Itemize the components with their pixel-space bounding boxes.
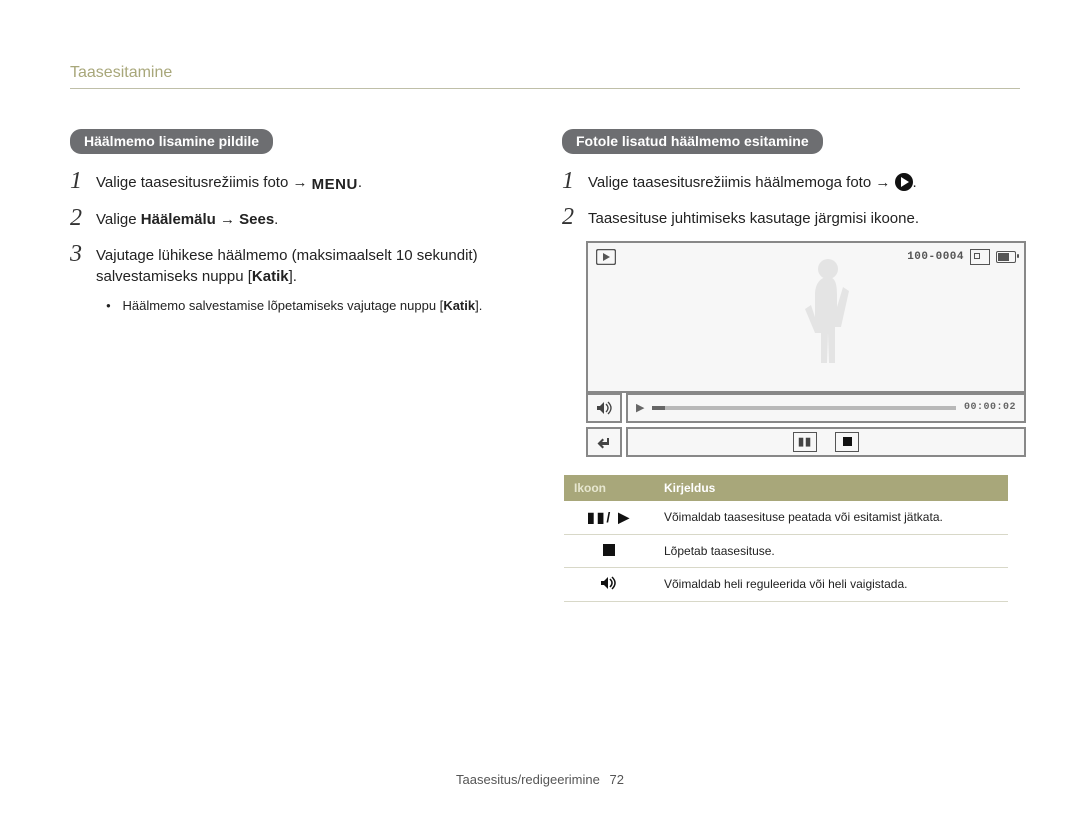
- row-desc: Võimaldab heli reguleerida või heli vaig…: [654, 567, 1008, 601]
- progress-bar-container: ▶ 00:00:02: [626, 393, 1026, 423]
- play-circle-icon: [895, 173, 913, 191]
- playback-mode-icon: [596, 249, 616, 270]
- step-text: Taasesituse juhtimiseks kasutage järgmis…: [588, 204, 919, 229]
- stop-icon: [564, 534, 654, 567]
- step-text: Vajutage lühikese häälmemo (maksimaalsel…: [96, 241, 528, 287]
- mini-play-icon: ▶: [636, 401, 644, 414]
- lcd-main-area: 100-0004: [586, 241, 1026, 393]
- step-1-right: 1 Valige taasesitusrežiimis häälmemoga f…: [562, 168, 1020, 194]
- step-number: 2: [70, 205, 96, 231]
- step-2-right: 2 Taasesituse juhtimiseks kasutage järgm…: [562, 204, 1020, 230]
- row-desc: Võimaldab taasesituse peatada või esitam…: [654, 501, 1008, 535]
- menu-icon: MENU: [312, 174, 358, 195]
- page-title: Taasesitamine: [70, 64, 1020, 89]
- step-2-left: 2 Valige Häälemälu → Sees.: [70, 205, 528, 231]
- table-header-desc: Kirjeldus: [654, 475, 1008, 501]
- lcd-button-row: ▮▮: [586, 427, 1026, 457]
- step-number: 2: [562, 204, 588, 230]
- pause-button[interactable]: ▮▮: [793, 432, 817, 452]
- file-counter: 100-0004: [907, 251, 964, 263]
- step-text: Valige Häälemälu → Sees.: [96, 205, 278, 230]
- memory-card-icon: [970, 249, 990, 265]
- elapsed-time: 00:00:02: [964, 402, 1016, 413]
- lcd-top-right-status: 100-0004: [907, 249, 1016, 265]
- back-button[interactable]: [586, 427, 622, 457]
- page-footer: Taasesitus/redigeerimine 72: [0, 772, 1080, 787]
- photo-silhouette: [793, 255, 863, 365]
- volume-icon: [564, 567, 654, 601]
- step-3-left: 3 Vajutage lühikese häälmemo (maksimaals…: [70, 241, 528, 287]
- section-heading-left: Häälmemo lisamine pildile: [70, 129, 273, 154]
- transport-controls: ▮▮: [626, 427, 1026, 457]
- footer-page-number: 72: [609, 772, 623, 787]
- step-number: 1: [70, 168, 96, 194]
- battery-icon: [996, 251, 1016, 263]
- camera-lcd-mockup: 100-0004: [586, 241, 1026, 457]
- two-column-layout: Häälmemo lisamine pildile 1 Valige taase…: [70, 129, 1020, 602]
- manual-page: Taasesitamine Häälmemo lisamine pildile …: [0, 0, 1080, 815]
- step-1-left: 1 Valige taasesitusrežiimis foto → MENU.: [70, 168, 528, 195]
- volume-button[interactable]: [586, 393, 622, 423]
- section-heading-right: Fotole lisatud häälmemo esitamine: [562, 129, 823, 154]
- icon-description-table: Ikoon Kirjeldus ▮▮/ ▶ Võimaldab taasesit…: [564, 475, 1008, 602]
- left-column: Häälmemo lisamine pildile 1 Valige taase…: [70, 129, 528, 602]
- row-desc: Lõpetab taasesituse.: [654, 534, 1008, 567]
- footer-section: Taasesitus/redigeerimine: [456, 772, 600, 787]
- step-number: 1: [562, 168, 588, 194]
- progress-bar[interactable]: [652, 406, 956, 410]
- table-header-icon: Ikoon: [564, 475, 654, 501]
- back-arrow-icon: [596, 435, 612, 449]
- right-column: Fotole lisatud häälmemo esitamine 1 Vali…: [562, 129, 1020, 602]
- table-row: Lõpetab taasesituse.: [564, 534, 1008, 567]
- table-row: ▮▮/ ▶ Võimaldab taasesituse peatada või …: [564, 501, 1008, 535]
- table-row: Võimaldab heli reguleerida või heli vaig…: [564, 567, 1008, 601]
- lcd-progress-row: ▶ 00:00:02: [586, 393, 1026, 423]
- step-number: 3: [70, 241, 96, 267]
- step-text: Valige taasesitusrežiimis foto → MENU.: [96, 168, 362, 195]
- volume-icon: [596, 401, 612, 415]
- stop-button[interactable]: [835, 432, 859, 452]
- step-3-note: Häälmemo salvestamise lõpetamiseks vajut…: [106, 297, 528, 315]
- pause-play-icon: ▮▮/ ▶: [564, 501, 654, 535]
- step-text: Valige taasesitusrežiimis häälmemoga fot…: [588, 168, 917, 193]
